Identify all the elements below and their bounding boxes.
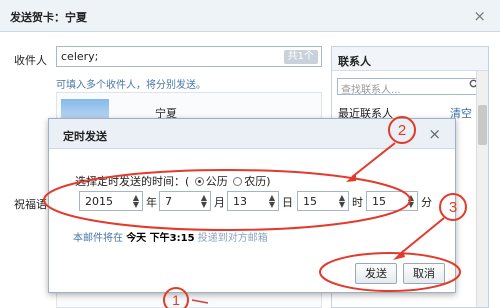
contacts-title: 联系人 [338, 55, 371, 68]
solar-calendar-label: 公历 [205, 175, 228, 188]
recipient-value: celery; [61, 50, 99, 63]
dialog-titlebar: 发送贺卡：宁夏 × [0, 0, 500, 32]
month-select[interactable]: 7 ▲ ▼ [159, 191, 211, 211]
year-value: 2015 [85, 195, 113, 208]
contact-search-placeholder: 查找联系人... [341, 85, 401, 96]
choose-time-label: 选择定时发送的时间：( [75, 175, 190, 188]
contacts-scrollbar[interactable] [476, 71, 488, 307]
minute-select[interactable]: 15 ▲ ▼ [366, 191, 418, 211]
day-unit: 日 [282, 196, 293, 209]
minute-unit: 分 [421, 196, 432, 209]
spinner-arrows-icon: ▲ ▼ [200, 193, 208, 209]
schedule-time-prompt: 选择定时发送的时间：( 公历 农历) [75, 173, 271, 189]
hour-select[interactable]: 15 ▲ ▼ [297, 191, 349, 211]
dialog-title: 发送贺卡：宁夏 [10, 11, 87, 24]
close-icon[interactable]: × [428, 125, 441, 143]
month-value: 7 [165, 195, 172, 208]
contacts-header: 联系人 [332, 47, 488, 71]
recipient-label: 收件人 [14, 54, 47, 67]
lunar-calendar-label: 农历) [244, 175, 271, 188]
delivery-note: 本邮件将在 今天 下午3:15 投递到对方邮箱 [73, 229, 268, 244]
year-unit: 年 [146, 196, 157, 209]
contact-search-input[interactable]: 查找联系人... [337, 78, 483, 96]
month-unit: 月 [214, 196, 225, 209]
recipient-hint: 可填入多个收件人，将分别发送。 [56, 80, 206, 91]
spinner-arrows-icon: ▲ ▼ [338, 193, 346, 209]
year-select[interactable]: 2015 ▲ ▼ [79, 191, 143, 211]
lunar-calendar-radio[interactable] [233, 177, 243, 186]
spinner-arrows-icon: ▲ ▼ [407, 193, 415, 209]
note-time: 今天 下午3:15 [126, 233, 195, 244]
send-button[interactable]: 发送 [355, 263, 397, 284]
solar-calendar-radio[interactable] [194, 177, 204, 186]
spinner-arrows-icon: ▲ ▼ [268, 193, 276, 209]
scheduled-send-modal: 定时发送 × 选择定时发送的时间：( 公历 农历) 2015 ▲ ▼ 年 7 ▲ ▼… [48, 118, 456, 293]
spinner-arrows-icon: ▲ ▼ [132, 193, 140, 209]
blessing-label: 祝福语 [14, 198, 47, 211]
hour-value: 15 [303, 195, 317, 208]
recipient-input[interactable]: celery; 共1个 [56, 46, 322, 67]
hour-unit: 时 [352, 196, 363, 209]
recipient-count-badge: 共1个 [283, 50, 318, 64]
day-select[interactable]: 13 ▲ ▼ [227, 191, 279, 211]
note-suffix: 投递到对方邮箱 [197, 233, 268, 244]
note-prefix: 本邮件将在 [73, 233, 123, 244]
modal-titlebar: 定时发送 × [49, 119, 455, 149]
modal-title: 定时发送 [63, 130, 107, 143]
day-value: 13 [233, 195, 247, 208]
close-icon[interactable]: × [473, 7, 486, 25]
minute-value: 15 [372, 195, 386, 208]
scrollbar-thumb[interactable] [478, 105, 487, 145]
cancel-button[interactable]: 取消 [403, 263, 445, 284]
